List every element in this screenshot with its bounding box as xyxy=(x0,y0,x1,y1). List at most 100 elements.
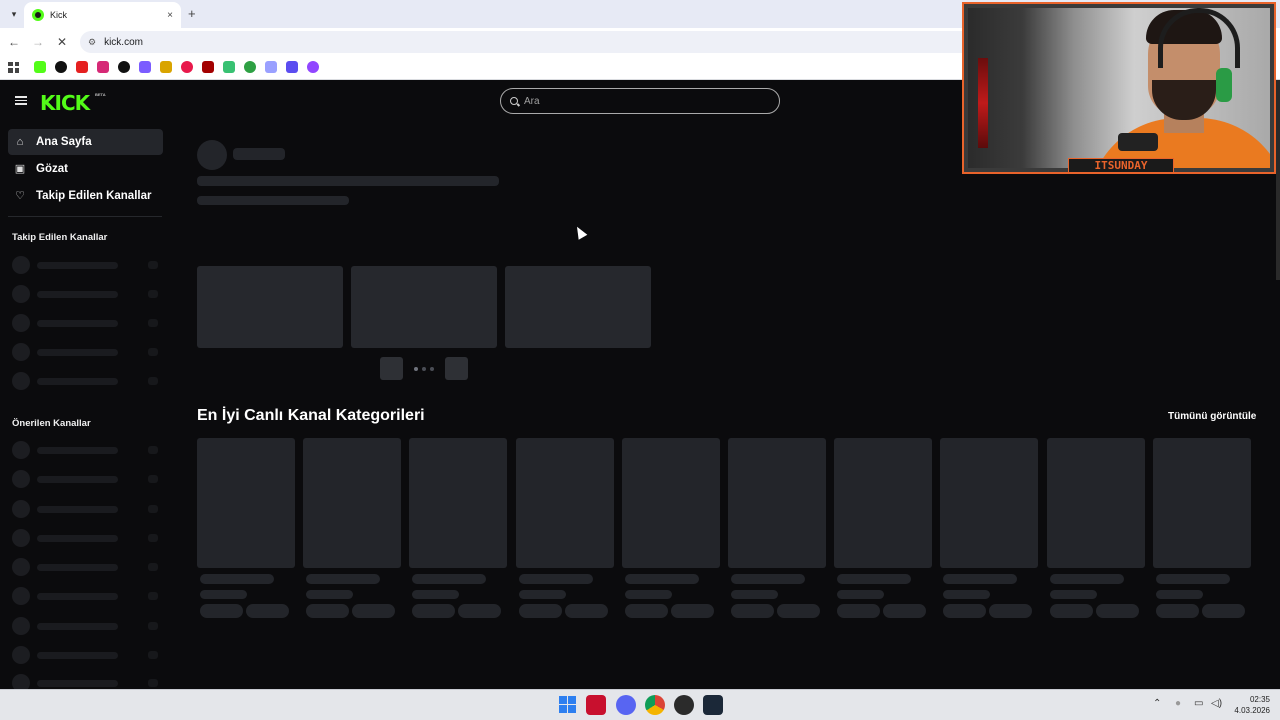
screen: ▾ Kick × + ← → ✕ ⚙ kick.com KICK BETA Ar… xyxy=(0,0,1280,720)
category-tag-skeleton xyxy=(306,604,350,618)
chrome-icon[interactable] xyxy=(645,695,665,715)
kick-logo[interactable]: KICK xyxy=(40,91,90,115)
sidebar-item-home[interactable]: ⌂ Ana Sayfa xyxy=(8,129,163,155)
stop-loading-icon[interactable]: ✕ xyxy=(54,34,70,50)
tab-close-icon[interactable]: × xyxy=(167,10,173,21)
start-menu-icon[interactable] xyxy=(558,695,578,715)
category-card-skeleton[interactable] xyxy=(1152,438,1251,568)
channel-skeleton xyxy=(12,314,162,332)
category-viewers-skeleton xyxy=(1049,590,1097,599)
browse-icon: ▣ xyxy=(14,163,26,175)
category-card-skeleton[interactable] xyxy=(1046,438,1145,568)
bookmark-icon[interactable] xyxy=(181,61,193,73)
channel-skeleton xyxy=(12,617,162,635)
search-input[interactable] xyxy=(524,95,754,107)
bookmark-icon[interactable] xyxy=(34,61,46,73)
search-bar[interactable] xyxy=(500,88,780,114)
carousel-prev-button[interactable] xyxy=(380,357,403,380)
bookmark-icon[interactable] xyxy=(97,61,109,73)
bookmark-icon[interactable] xyxy=(265,61,277,73)
sidebar-item-label: Gözat xyxy=(36,163,68,175)
category-card-skeleton[interactable] xyxy=(409,438,508,568)
clock-time: 02:35 xyxy=(1249,695,1270,704)
sidebar: ⌂ Ana Sayfa ▣ Gözat ♡ Takip Edilen Kanal… xyxy=(0,128,170,692)
channel-skeleton xyxy=(12,558,162,576)
carousel-card-skeleton[interactable] xyxy=(197,266,343,348)
sidebar-divider xyxy=(8,216,162,217)
carousel-dot[interactable] xyxy=(430,367,434,371)
category-tag-skeleton xyxy=(1095,604,1139,618)
new-tab-icon[interactable]: + xyxy=(188,6,196,21)
apps-grid-icon[interactable] xyxy=(8,61,19,73)
categories-section-title: En İyi Canlı Kanal Kategorileri xyxy=(197,407,425,424)
category-card-skeleton[interactable] xyxy=(621,438,720,568)
category-viewers-skeleton xyxy=(943,590,991,599)
voicemeeter-icon[interactable] xyxy=(586,695,606,715)
bookmark-icon[interactable] xyxy=(307,61,319,73)
tab-title: Kick xyxy=(50,10,68,20)
back-arrow-icon[interactable]: ← xyxy=(6,34,22,50)
channel-skeleton xyxy=(12,646,162,664)
bookmark-icon[interactable] xyxy=(244,61,256,73)
bookmark-icon[interactable] xyxy=(160,61,172,73)
category-card-skeleton[interactable] xyxy=(197,438,295,568)
bookmark-icon[interactable] xyxy=(286,61,298,73)
obs-icon[interactable] xyxy=(674,695,694,715)
bookmark-icon[interactable] xyxy=(76,61,88,73)
bookmark-icon[interactable] xyxy=(139,61,151,73)
sidebar-item-browse[interactable]: ▣ Gözat xyxy=(8,156,163,182)
category-card-skeleton[interactable] xyxy=(303,438,402,568)
category-tag-skeleton xyxy=(624,604,668,618)
carousel-dot[interactable] xyxy=(414,367,418,371)
bookmark-icon[interactable] xyxy=(118,61,130,73)
beta-badge: BETA xyxy=(95,92,106,97)
windows-taskbar: ⌃ ● ▭ ◁) 02:35 4.03.2026 xyxy=(0,689,1280,720)
category-tag-skeleton xyxy=(518,604,562,618)
steam-icon[interactable] xyxy=(703,695,723,715)
site-settings-icon[interactable]: ⚙ xyxy=(88,37,96,48)
category-title-skeleton xyxy=(1049,574,1124,584)
category-card-skeleton[interactable] xyxy=(515,438,614,568)
category-card-skeleton[interactable] xyxy=(834,438,933,568)
category-tag-skeleton xyxy=(670,604,714,618)
see-all-link[interactable]: Tümünü görüntüle xyxy=(1168,411,1256,422)
category-viewers-skeleton xyxy=(731,590,778,599)
forward-arrow-icon[interactable]: → xyxy=(30,34,46,50)
category-tag-skeleton xyxy=(352,604,396,618)
channel-skeleton xyxy=(12,470,162,488)
tray-overflow-icon[interactable]: ⌃ xyxy=(1153,698,1161,709)
category-tag-skeleton xyxy=(943,604,987,618)
mic-tray-icon[interactable]: ● xyxy=(1175,698,1181,709)
carousel-card-skeleton[interactable] xyxy=(505,266,651,348)
bookmark-icon[interactable] xyxy=(55,61,67,73)
heart-icon: ♡ xyxy=(15,190,25,202)
system-clock[interactable]: 02:35 4.03.2026 xyxy=(1230,694,1270,716)
page-scrollbar[interactable] xyxy=(1276,80,1280,280)
category-card-skeleton[interactable] xyxy=(728,438,826,568)
category-title-skeleton xyxy=(200,574,274,584)
tab-search-icon[interactable]: ▾ xyxy=(6,6,22,22)
category-card-skeleton[interactable] xyxy=(940,438,1039,568)
channel-skeleton xyxy=(12,500,162,518)
category-title-skeleton xyxy=(624,574,699,584)
bookmark-icon[interactable] xyxy=(223,61,235,73)
category-tag-skeleton xyxy=(200,604,243,618)
category-viewers-skeleton xyxy=(624,590,672,599)
network-icon[interactable]: ▭ xyxy=(1194,698,1203,709)
carousel-dot[interactable] xyxy=(422,367,426,371)
carousel-next-button[interactable] xyxy=(445,357,468,380)
bookmark-icon[interactable] xyxy=(202,61,214,73)
home-icon: ⌂ xyxy=(16,136,24,148)
category-title-skeleton xyxy=(1155,574,1230,584)
category-tag-skeleton xyxy=(883,604,927,618)
volume-icon[interactable]: ◁) xyxy=(1211,698,1222,709)
browser-tab[interactable]: Kick × xyxy=(24,2,181,28)
webcam-name-label: ITSUNDAY xyxy=(1068,158,1174,172)
category-viewers-skeleton xyxy=(412,590,460,599)
sidebar-item-following[interactable]: ♡ Takip Edilen Kanallar xyxy=(8,183,163,209)
sidebar-item-label: Takip Edilen Kanallar xyxy=(36,190,152,202)
menu-icon[interactable] xyxy=(15,96,27,105)
carousel-card-skeleton[interactable] xyxy=(351,266,497,348)
discord-icon[interactable] xyxy=(616,695,636,715)
category-title-skeleton xyxy=(306,574,381,584)
